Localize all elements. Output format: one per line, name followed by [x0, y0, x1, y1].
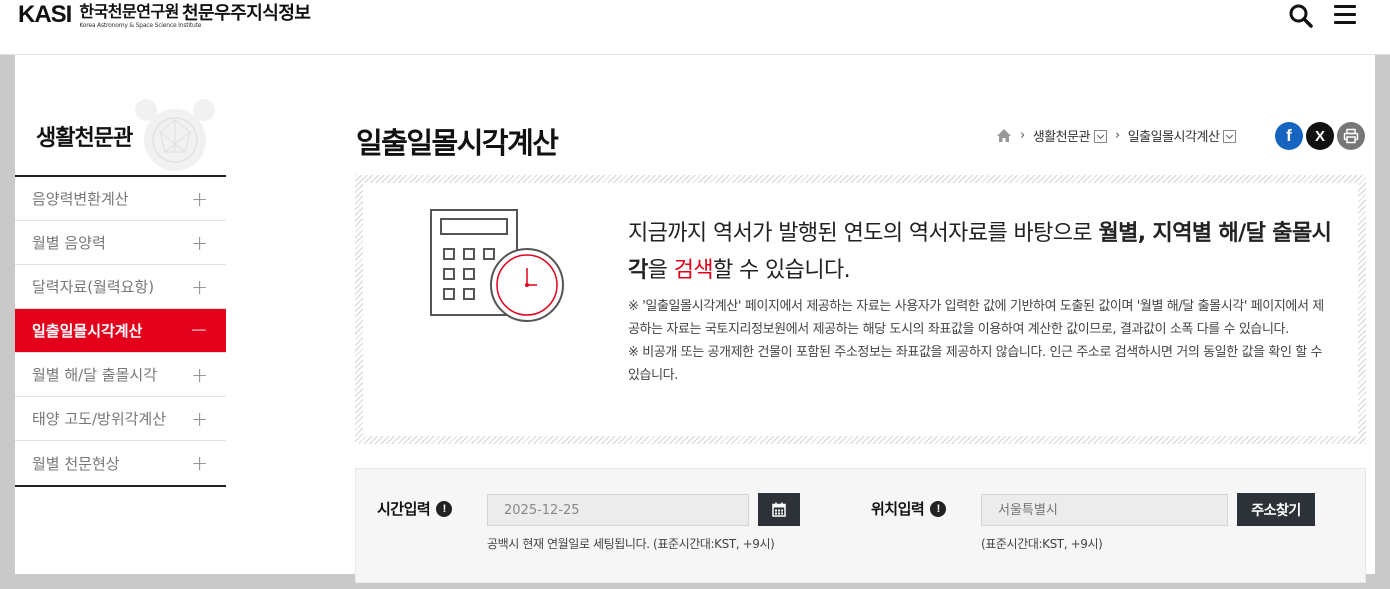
plus-icon[interactable]: +	[191, 451, 208, 475]
sidebar-item[interactable]: 음양력변환계산 +	[15, 177, 226, 221]
sidebar-item[interactable]: 월별 음양력 +	[15, 221, 226, 265]
breadcrumb-separator: ›	[1115, 128, 1120, 143]
alarm-clock-icon	[135, 99, 215, 171]
info-note: ※ '일출일몰시각계산' 페이지에서 제공하는 자료는 사용자가 입력한 값에 …	[628, 299, 1324, 337]
sidebar-item-label: 달력자료(월력요항)	[32, 278, 155, 296]
location-input-label: 위치입력 !	[871, 498, 947, 519]
logo-mark-text: KASI	[18, 1, 72, 28]
chevron-down-icon[interactable]	[1094, 130, 1108, 143]
plus-icon[interactable]: +	[191, 407, 208, 431]
plus-icon[interactable]: +	[191, 275, 208, 299]
sidebar-item-label: 일출일몰시각계산	[32, 322, 143, 340]
plus-icon[interactable]: +	[191, 187, 208, 211]
date-input[interactable]	[487, 494, 749, 526]
sidebar-item[interactable]: 월별 해/달 출몰시각 +	[15, 353, 226, 397]
headline-text: 을	[647, 258, 674, 283]
info-notes: ※ '일출일몰시각계산' 페이지에서 제공하는 자료는 사용자가 입력한 값에 …	[628, 295, 1333, 387]
plus-icon[interactable]: +	[191, 363, 208, 387]
info-box-inner: 지금까지 역서가 발행된 연도의 역서자료를 바탕으로 월별, 지역별 해/달 …	[363, 183, 1358, 436]
plus-icon[interactable]: +	[191, 231, 208, 255]
time-input-label: 시간입력 !	[377, 498, 453, 519]
facebook-share-icon[interactable]: f	[1275, 122, 1303, 150]
home-icon[interactable]	[996, 128, 1012, 143]
info-note: ※ 비공개 또는 공개제한 건물이 포함된 주소정보는 좌표값을 제공하지 않습…	[628, 345, 1323, 383]
sidebar-title: 생활천문관	[36, 126, 133, 151]
calendar-icon	[772, 502, 786, 517]
breadcrumb-item-current[interactable]: 일출일몰시각계산	[1128, 126, 1220, 145]
sidebar-item-label: 월별 해/달 출몰시각	[32, 366, 157, 384]
info-box: 지금까지 역서가 발행된 연도의 역서자료를 바탕으로 월별, 지역별 해/달 …	[355, 175, 1366, 444]
calculator-clock-icon	[430, 209, 564, 322]
print-icon[interactable]	[1337, 122, 1365, 150]
search-icon[interactable]	[1288, 3, 1314, 29]
chevron-down-icon[interactable]	[1223, 130, 1237, 143]
site-header: KASI 한국천문연구원 Korea Astronomy & Space Sci…	[0, 0, 1390, 55]
sidebar-item-label: 태양 고도/방위각계산	[32, 410, 167, 428]
breadcrumb-separator: ›	[1020, 128, 1025, 143]
info-icon[interactable]: !	[436, 500, 453, 517]
page-title: 일출일몰시각계산	[356, 126, 559, 160]
sidebar-item-label: 월별 천문현상	[32, 454, 120, 473]
headline-text: 지금까지 역서가 발행된 연도의 역서자료를 바탕으로	[628, 221, 1099, 246]
time-input-hint: 공백시 현재 연월일로 세팅됩니다. (표준시간대:KST, +9시)	[487, 537, 775, 551]
sidebar-item[interactable]: 월별 천문현상 +	[15, 441, 226, 485]
logo-mark: KASI	[18, 0, 72, 30]
location-input[interactable]	[981, 494, 1228, 526]
sidebar-item[interactable]: 태양 고도/방위각계산 +	[15, 397, 226, 441]
calendar-button[interactable]	[758, 493, 800, 526]
sidebar-item-label: 월별 음양력	[32, 234, 106, 252]
headline-search-emphasis: 검색	[673, 258, 714, 283]
input-form-panel: 시간입력 ! 공백시 현재 연월일로 세팅됩니다. (표준시간대:KST, +9…	[355, 468, 1366, 583]
info-icon[interactable]: !	[930, 500, 947, 517]
headline-text: 할 수 있습니다.	[712, 258, 851, 283]
sidebar-item[interactable]: 일출일몰시각계산 −	[15, 309, 226, 353]
x-share-icon[interactable]: X	[1306, 122, 1334, 150]
breadcrumb-item-category[interactable]: 생활천문관	[1033, 126, 1091, 145]
sidebar-item[interactable]: 달력자료(월력요항) +	[15, 265, 226, 309]
location-label-text: 위치입력	[871, 500, 925, 518]
location-input-hint: (표준시간대:KST, +9시)	[981, 537, 1103, 551]
sidebar-nav: 음양력변환계산 + 월별 음양력 + 달력자료(월력요항) + 일출일몰시각계산 − 월별 해/…	[15, 175, 226, 487]
kasi-logo[interactable]: KASI 한국천문연구원 Korea Astronomy & Space Sci…	[18, 0, 201, 40]
breadcrumb: › 생활천문관 › 일출일몰시각계산	[996, 126, 1237, 145]
minus-icon[interactable]: −	[190, 318, 208, 343]
address-search-button[interactable]: 주소찾기	[1237, 493, 1315, 526]
sidebar-item-label: 음양력변환계산	[32, 190, 129, 208]
hamburger-menu-icon[interactable]	[1334, 5, 1356, 25]
site-title[interactable]: 천문우주지식정보	[182, 2, 311, 26]
info-headline: 지금까지 역서가 발행된 연도의 역서자료를 바탕으로 월별, 지역별 해/달 …	[628, 215, 1348, 289]
time-label-text: 시간입력	[377, 500, 431, 518]
